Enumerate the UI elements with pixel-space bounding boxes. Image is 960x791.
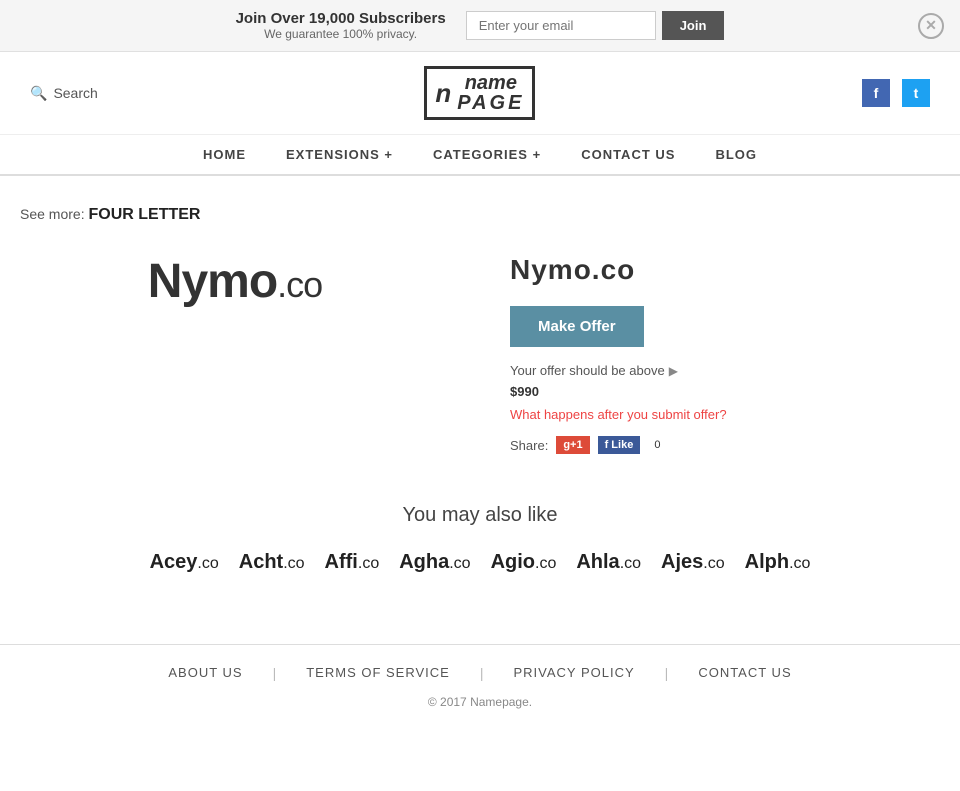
footer-link-terms[interactable]: TERMS OF SERVICE (306, 665, 450, 681)
suggestion-name: Ajes (661, 551, 703, 573)
footer-copyright: © 2017 Namepage. (20, 695, 940, 709)
suggestion-tld: .co (283, 555, 304, 572)
domain-info: Nymo.co Make Offer Your offer should be … (510, 254, 940, 454)
email-input[interactable] (466, 11, 656, 40)
site-logo[interactable]: n name PAGE (424, 66, 535, 120)
suggestion-tld: .co (449, 555, 470, 572)
site-header: 🔍 Search n name PAGE f t (0, 52, 960, 135)
site-footer: ABOUT US | TERMS OF SERVICE | PRIVACY POLICY… (0, 644, 960, 729)
facebook-like-button[interactable]: f Like (598, 436, 641, 454)
offer-arrow-icon: ▶ (669, 364, 678, 378)
nav-extensions[interactable]: EXTENSIONS + (286, 147, 393, 162)
also-like-section: You may also like Acey.coAcht.coAffi.coA… (20, 504, 940, 574)
domain-logo: Nymo.co (148, 254, 322, 309)
domain-name: Nymo (148, 255, 277, 308)
domain-suggestion[interactable]: Affi.co (325, 551, 380, 574)
close-banner-button[interactable]: ✕ (918, 13, 944, 39)
suggestion-name: Agio (491, 551, 535, 573)
site-name-link[interactable]: Namepage. (470, 695, 532, 709)
fb-count: 0 (648, 437, 666, 453)
domain-suggestion[interactable]: Acht.co (239, 551, 305, 574)
also-like-grid: Acey.coAcht.coAffi.coAgha.coAgio.coAhla.… (20, 551, 940, 574)
fb-like-label: f Like (605, 439, 634, 451)
domain-tld: .co (277, 264, 322, 305)
domain-display: Nymo.co Nymo.co Make Offer Your offer sh… (20, 254, 940, 454)
nav-blog[interactable]: BLOG (715, 147, 757, 162)
suggestion-tld: .co (703, 555, 724, 572)
join-button[interactable]: Join (662, 11, 725, 40)
g-plus-label: g+1 (563, 439, 582, 451)
nav-categories[interactable]: CATEGORIES + (433, 147, 541, 162)
search-area[interactable]: 🔍 Search (30, 85, 98, 102)
suggestion-name: Acht (239, 551, 283, 573)
suggestion-name: Ahla (576, 551, 619, 573)
footer-links: ABOUT US | TERMS OF SERVICE | PRIVACY POLICY… (20, 665, 940, 681)
suggestion-name: Acey (150, 551, 198, 573)
make-offer-button[interactable]: Make Offer (510, 306, 644, 347)
domain-logo-area: Nymo.co (20, 254, 450, 309)
logo-icon: n (435, 78, 451, 109)
banner-text: Join Over 19,000 Subscribers We guarante… (236, 10, 446, 41)
top-banner: Join Over 19,000 Subscribers We guarante… (0, 0, 960, 52)
search-icon: 🔍 (30, 85, 47, 102)
offer-info: Your offer should be above ▶ (510, 363, 940, 378)
suggestion-name: Alph (745, 551, 789, 573)
see-more-prefix: See more: (20, 206, 85, 222)
copyright-year: © 2017 (428, 695, 467, 709)
footer-link-about[interactable]: ABOUT US (168, 665, 242, 681)
google-plus-button[interactable]: g+1 (556, 436, 589, 454)
footer-link-contact[interactable]: CONTACT US (698, 665, 791, 681)
footer-link-privacy[interactable]: PRIVACY POLICY (514, 665, 635, 681)
domain-suggestion[interactable]: Acey.co (150, 551, 219, 574)
main-content: See more: FOUR LETTER Nymo.co Nymo.co Ma… (0, 176, 960, 644)
nav-contact[interactable]: CONTACT US (581, 147, 675, 162)
search-label: Search (53, 85, 97, 101)
domain-title: Nymo.co (510, 254, 940, 286)
logo-text: name PAGE (457, 73, 524, 113)
breadcrumb: See more: FOUR LETTER (20, 206, 940, 224)
offer-amount: $990 (510, 384, 940, 399)
suggestion-tld: .co (620, 555, 641, 572)
suggestion-name: Affi (325, 551, 358, 573)
facebook-link[interactable]: f (862, 79, 890, 107)
suggestion-tld: .co (197, 555, 218, 572)
share-area: Share: g+1 f Like 0 (510, 436, 940, 454)
banner-sub-text: We guarantee 100% privacy. (236, 27, 446, 41)
domain-suggestion[interactable]: Ahla.co (576, 551, 641, 574)
twitter-link[interactable]: t (902, 79, 930, 107)
suggestion-name: Agha (399, 551, 449, 573)
logo-area[interactable]: n name PAGE (424, 66, 535, 120)
main-nav: HOME EXTENSIONS + CATEGORIES + CONTACT U… (0, 135, 960, 176)
also-like-title: You may also like (20, 504, 940, 527)
logo-name: name (457, 73, 524, 93)
banner-form: Join (466, 11, 725, 40)
category-label[interactable]: FOUR LETTER (88, 206, 200, 223)
domain-suggestion[interactable]: Agha.co (399, 551, 470, 574)
domain-suggestion[interactable]: Agio.co (491, 551, 557, 574)
banner-main-text: Join Over 19,000 Subscribers (236, 10, 446, 27)
share-label: Share: (510, 438, 548, 453)
domain-suggestion[interactable]: Alph.co (745, 551, 811, 574)
what-happens-link[interactable]: What happens after you submit offer? (510, 407, 940, 422)
social-links: f t (862, 79, 930, 107)
footer-divider: | (480, 665, 484, 681)
logo-page: PAGE (457, 93, 524, 113)
offer-info-text: Your offer should be above (510, 363, 665, 378)
footer-divider: | (273, 665, 277, 681)
suggestion-tld: .co (535, 555, 556, 572)
suggestion-tld: .co (358, 555, 379, 572)
suggestion-tld: .co (789, 555, 810, 572)
footer-divider: | (665, 665, 669, 681)
nav-home[interactable]: HOME (203, 147, 246, 162)
domain-suggestion[interactable]: Ajes.co (661, 551, 725, 574)
